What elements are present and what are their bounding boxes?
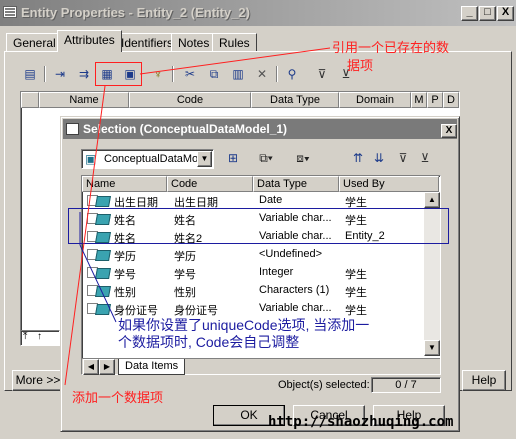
watermark: http://shaozhuqing.com — [268, 414, 454, 430]
list-item[interactable]: 性别 性别 Characters (1) 学生 — [82, 282, 425, 300]
scroll-right-icon[interactable]: ▶ — [99, 359, 115, 375]
tab-data-items[interactable]: Data Items — [118, 359, 186, 375]
data-item-icon — [96, 266, 110, 278]
item-type: Integer — [259, 266, 294, 278]
bottom-tab-strip: ◀ ▶ Data Items — [82, 358, 440, 375]
grid-header-p[interactable]: P — [427, 92, 443, 108]
list-header-code[interactable]: Code — [167, 176, 253, 192]
item-used-by: 学生 — [345, 269, 367, 281]
list-header-datatype[interactable]: Data Type — [253, 176, 339, 192]
tab-general[interactable]: General — [6, 33, 63, 52]
item-type: Date — [259, 194, 283, 206]
data-item-icon — [96, 302, 110, 314]
properties-icon[interactable]: ▤ — [20, 65, 40, 83]
model-select-value: ConceptualDataMo — [104, 153, 199, 165]
data-item-icon — [96, 284, 110, 296]
model-select[interactable]: ▣ ConceptualDataMo ▼ — [81, 149, 214, 169]
select-all-icon[interactable]: ⧉▾ — [256, 149, 276, 167]
toolbar-separator — [276, 66, 278, 82]
table-app-icon — [3, 6, 17, 18]
add-row-icon[interactable]: ⇉ — [74, 65, 94, 83]
move-to-top-icon[interactable]: ⇈ — [348, 149, 368, 167]
grid-header-d[interactable]: D — [443, 92, 459, 108]
move-up-icon[interactable]: ↑ — [37, 331, 42, 342]
tab-rules[interactable]: Rules — [212, 33, 257, 52]
scroll-left-icon[interactable]: ◀ — [83, 359, 99, 375]
item-type: Variable char... — [259, 302, 332, 314]
annotation-reuse-line2: 据项 — [347, 58, 374, 73]
item-type: <Undefined> — [259, 248, 322, 260]
item-code: 学号 — [174, 269, 196, 281]
delete-icon[interactable]: ✕ — [252, 65, 272, 83]
outer-help-button[interactable]: Help — [462, 370, 506, 391]
move-to-bottom-icon[interactable]: ⇊ — [369, 149, 389, 167]
dialog-close-button[interactable]: X — [441, 124, 457, 138]
grid-corner — [21, 92, 39, 108]
data-item-icon — [96, 248, 110, 260]
tree-icon[interactable]: ⊞ — [223, 149, 243, 167]
filter-settings-icon[interactable]: ⊻ — [415, 149, 435, 167]
filter-icon[interactable]: ⊽ — [393, 149, 413, 167]
filter-icon[interactable]: ⊽ — [312, 65, 332, 83]
data-item-icon — [96, 194, 110, 206]
window-titlebar: Entity Properties - Entity_2 (Entity_2) … — [0, 0, 516, 26]
move-top-icon[interactable]: ⤒ — [23, 331, 27, 342]
annotation-uniquecode-line2: 个数据项时, Code会自己调整 — [118, 334, 300, 350]
paste-icon[interactable]: ▥ — [228, 65, 248, 83]
close-button[interactable]: X — [497, 6, 514, 21]
deselect-all-icon[interactable]: ⧈▾ — [293, 149, 313, 167]
cut-icon[interactable]: ✂ — [180, 65, 200, 83]
toolbar-separator — [172, 66, 174, 82]
copy-icon[interactable]: ⧉ — [204, 65, 224, 83]
selection-dialog: Selection (ConceptualDataModel_1) X ▣ Co… — [60, 116, 460, 432]
highlight-box — [95, 62, 142, 86]
toolbar-separator — [44, 66, 46, 82]
item-name: 性别 — [114, 287, 136, 299]
annotation-add-item: 添加一个数据项 — [72, 390, 164, 405]
dialog-titlebar: Selection (ConceptualDataModel_1) X — [63, 119, 457, 139]
dialog-title: Selection (ConceptualDataModel_1) — [83, 122, 288, 136]
status-label: Object(s) selected: — [278, 379, 370, 391]
model-icon: ▣ — [85, 152, 97, 166]
window-title: Entity Properties - Entity_2 (Entity_2) — [21, 5, 250, 20]
item-type: Characters (1) — [259, 284, 330, 296]
grid-header-code[interactable]: Code — [129, 92, 251, 108]
highlight-box — [68, 208, 449, 244]
table-icon — [66, 123, 79, 135]
grid-header-datatype[interactable]: Data Type — [251, 92, 339, 108]
more-button[interactable]: More >> — [12, 370, 64, 391]
grid-header-m[interactable]: M — [411, 92, 427, 108]
tab-notes[interactable]: Notes — [171, 33, 217, 52]
item-name: 学历 — [114, 251, 136, 263]
grid-header-domain[interactable]: Domain — [339, 92, 411, 108]
item-used-by: 学生 — [345, 287, 367, 299]
list-item[interactable]: 学号 学号 Integer 学生 — [82, 264, 425, 282]
chevron-down-icon[interactable]: ▼ — [197, 151, 212, 167]
find-icon[interactable]: ⚲ — [282, 65, 302, 83]
grid-header-name[interactable]: Name — [39, 92, 129, 108]
list-header-name[interactable]: Name — [82, 176, 167, 192]
list-item[interactable]: 学历 学历 <Undefined> — [82, 246, 425, 264]
list-header-usedby[interactable]: Used By — [339, 176, 439, 192]
grid-nav-buttons[interactable]: ⤒ ↑ — [20, 330, 60, 346]
tab-attributes[interactable]: Attributes — [57, 30, 122, 52]
item-name: 学号 — [114, 269, 136, 281]
insert-row-icon[interactable]: ⇥ — [50, 65, 70, 83]
status-count: 0 / 7 — [371, 377, 441, 393]
annotation-reuse-line1: 引用一个已存在的数 — [332, 40, 450, 55]
scroll-down-icon[interactable]: ▼ — [424, 340, 440, 356]
key-icon[interactable]: ♆ — [148, 65, 168, 83]
item-code: 性别 — [174, 287, 196, 299]
item-code: 学历 — [174, 251, 196, 263]
scroll-up-icon[interactable]: ▲ — [424, 192, 440, 208]
minimize-button[interactable]: _ — [461, 6, 478, 21]
maximize-button[interactable]: □ — [479, 6, 496, 21]
